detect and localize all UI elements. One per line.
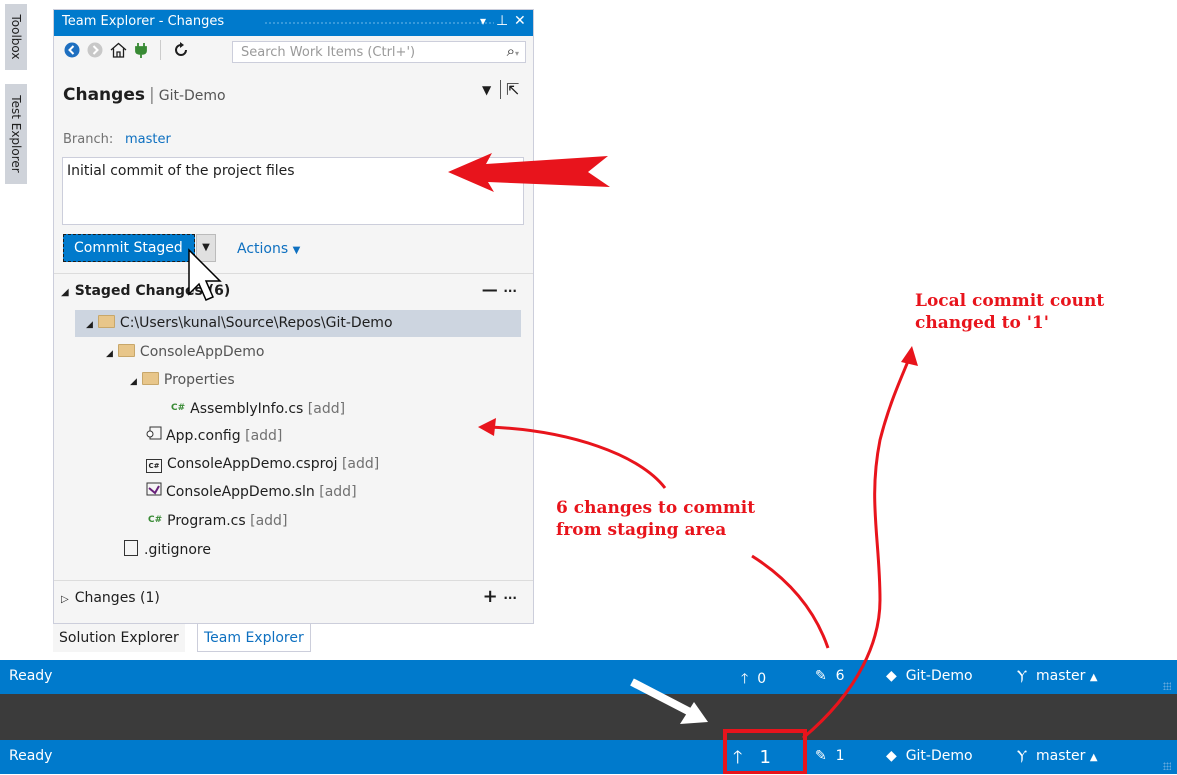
outgoing-highlight-box [723, 729, 807, 774]
annotation-overlay [188, 153, 918, 774]
staged-list-arrowhead [478, 418, 496, 436]
transition-arrow [630, 678, 692, 716]
local-commit-arrowhead [901, 346, 918, 366]
staged-list-arrow [487, 425, 667, 489]
mouse-cursor [188, 248, 222, 301]
local-commit-arrow [802, 355, 912, 740]
commit-message-arrow [448, 153, 610, 192]
pending-curve [751, 554, 830, 649]
